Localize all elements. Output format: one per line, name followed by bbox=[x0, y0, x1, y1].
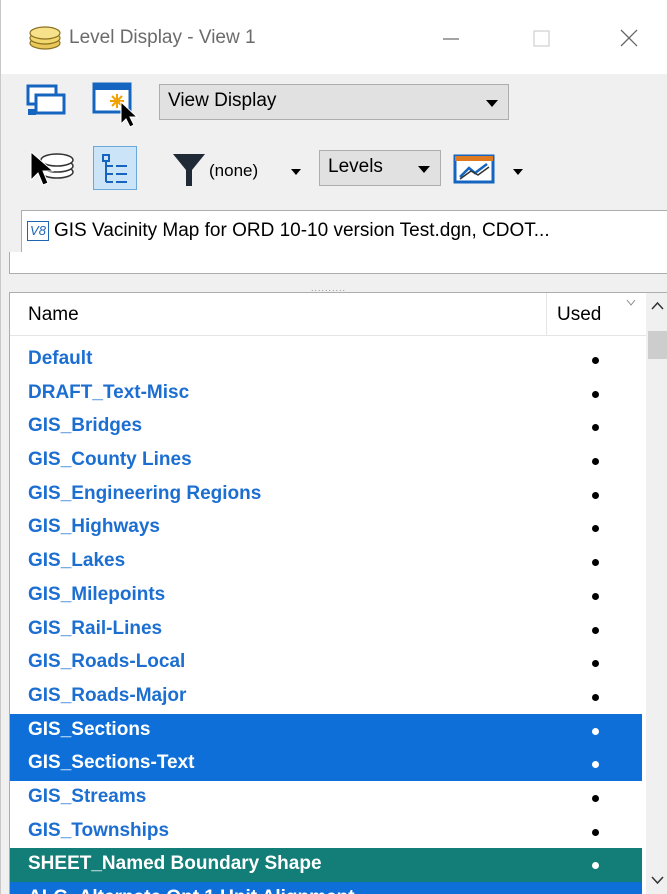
level-name: GIS_Roads-Local bbox=[28, 651, 186, 673]
list-item[interactable]: GIS_Roads-Local bbox=[10, 646, 642, 680]
list-item[interactable]: GIS_Streams bbox=[10, 781, 642, 815]
level-name: GIS_Townships bbox=[28, 819, 170, 841]
used-indicator bbox=[592, 458, 599, 466]
title-bar: Level Display - View 1 bbox=[1, 0, 667, 74]
levels-dropdown-value: Levels bbox=[328, 156, 383, 177]
filter-value[interactable]: (none) bbox=[209, 161, 258, 181]
list-item[interactable]: GIS_Lakes bbox=[10, 545, 642, 579]
level-name: GIS_County Lines bbox=[28, 449, 192, 471]
file-tree-pane bbox=[9, 252, 667, 274]
chevron-down-icon[interactable] bbox=[625, 297, 637, 309]
level-name: SHEET_Named Boundary Shape bbox=[28, 853, 322, 875]
level-display-window: Level Display - View 1 View Display (non… bbox=[0, 0, 667, 894]
level-name: GIS_Bridges bbox=[28, 415, 143, 437]
level-list: Name Used Default DRAFT_Text-Misc GIS_Brid… bbox=[9, 292, 667, 894]
window-title: Level Display - View 1 bbox=[69, 27, 256, 48]
used-indicator bbox=[592, 357, 599, 364]
tree-view-button[interactable] bbox=[93, 146, 137, 190]
level-name: Default bbox=[28, 348, 93, 369]
column-header-used[interactable]: Used bbox=[557, 304, 601, 326]
file-name: GIS Vacinity Map for ORD 10-10 version T… bbox=[54, 220, 550, 241]
used-indicator bbox=[592, 828, 599, 836]
list-item[interactable]: GIS_County Lines bbox=[10, 444, 642, 478]
level-rows: Default DRAFT_Text-Misc GIS_Bridges GIS_Cou… bbox=[10, 343, 642, 894]
v8-file-icon: V8 bbox=[27, 221, 49, 241]
filter-icon[interactable] bbox=[171, 150, 207, 190]
view-attributes-icon[interactable] bbox=[25, 82, 67, 122]
select-view-icon[interactable] bbox=[91, 80, 149, 128]
list-item[interactable]: GIS_Highways bbox=[10, 511, 642, 545]
level-name: GIS_Lakes bbox=[28, 550, 126, 572]
level-name: GIS_Roads-Major bbox=[28, 684, 187, 706]
scroll-thumb[interactable] bbox=[648, 331, 667, 359]
view-display-value: View Display bbox=[168, 90, 277, 111]
chevron-down-icon bbox=[418, 166, 430, 173]
column-header-name[interactable]: Name bbox=[28, 304, 79, 326]
file-selector[interactable]: V8 GIS Vacinity Map for ORD 10-10 versio… bbox=[21, 210, 667, 254]
list-item[interactable]: GIS_Roads-Major bbox=[10, 680, 642, 714]
used-indicator bbox=[592, 727, 599, 735]
used-indicator bbox=[592, 424, 599, 432]
level-name: GIS_Milepoints bbox=[28, 583, 166, 605]
level-name: GIS_Highways bbox=[28, 516, 160, 538]
symbology-icon[interactable] bbox=[451, 150, 501, 188]
list-item[interactable]: GIS_Sections bbox=[10, 713, 642, 748]
list-item[interactable]: GIS_Bridges bbox=[10, 410, 642, 444]
maximize-icon[interactable] bbox=[511, 14, 571, 64]
scroll-up-icon[interactable] bbox=[646, 293, 667, 323]
level-name: GIS_Engineering Regions bbox=[28, 482, 262, 504]
used-indicator bbox=[592, 693, 599, 701]
levels-dropdown[interactable]: Levels bbox=[319, 150, 441, 186]
used-indicator bbox=[592, 862, 599, 870]
chevron-down-icon[interactable] bbox=[290, 168, 302, 176]
chevron-down-icon[interactable] bbox=[512, 168, 524, 176]
list-header: Name Used bbox=[10, 293, 660, 336]
used-indicator bbox=[592, 626, 599, 634]
level-name: GIS_Streams bbox=[28, 785, 147, 807]
used-indicator bbox=[592, 660, 599, 668]
tree-view-icon bbox=[102, 154, 127, 183]
used-indicator bbox=[592, 390, 599, 398]
used-indicator bbox=[592, 491, 599, 499]
column-divider[interactable] bbox=[546, 293, 547, 335]
level-manager-icon[interactable] bbox=[27, 146, 77, 190]
level-name: GIS_Sections-Text bbox=[28, 752, 195, 774]
list-item[interactable]: ALG_Alternate Opt 1 Unit Alignment bbox=[10, 882, 642, 894]
level-name: DRAFT_Text-Misc bbox=[28, 381, 190, 403]
close-icon[interactable] bbox=[599, 14, 659, 64]
list-item[interactable]: GIS_Sections-Text bbox=[10, 747, 642, 781]
list-item[interactable]: GIS_Engineering Regions bbox=[10, 478, 642, 512]
list-item[interactable]: SHEET_Named Boundary Shape bbox=[10, 848, 642, 882]
used-indicator bbox=[592, 525, 599, 533]
used-indicator bbox=[592, 592, 599, 600]
level-name: GIS_Sections bbox=[28, 718, 151, 740]
list-item[interactable]: GIS_Rail-Lines bbox=[10, 613, 642, 647]
chevron-down-icon bbox=[486, 100, 498, 107]
level-name: ALG_Alternate Opt 1 Unit Alignment bbox=[28, 887, 355, 894]
level-name: GIS_Rail-Lines bbox=[28, 617, 163, 639]
view-display-dropdown[interactable]: View Display bbox=[159, 84, 509, 120]
used-indicator bbox=[592, 761, 599, 769]
list-item[interactable]: GIS_Townships bbox=[10, 815, 642, 849]
list-item[interactable]: GIS_Milepoints bbox=[10, 579, 642, 613]
scroll-down-icon[interactable] bbox=[646, 865, 667, 894]
used-indicator bbox=[592, 559, 599, 567]
vertical-scrollbar[interactable] bbox=[646, 293, 667, 894]
layers-icon bbox=[29, 26, 61, 50]
used-indicator bbox=[592, 794, 599, 802]
list-item[interactable]: DRAFT_Text-Misc bbox=[10, 377, 642, 411]
minimize-icon[interactable] bbox=[421, 14, 481, 64]
list-item[interactable]: Default bbox=[10, 343, 642, 377]
